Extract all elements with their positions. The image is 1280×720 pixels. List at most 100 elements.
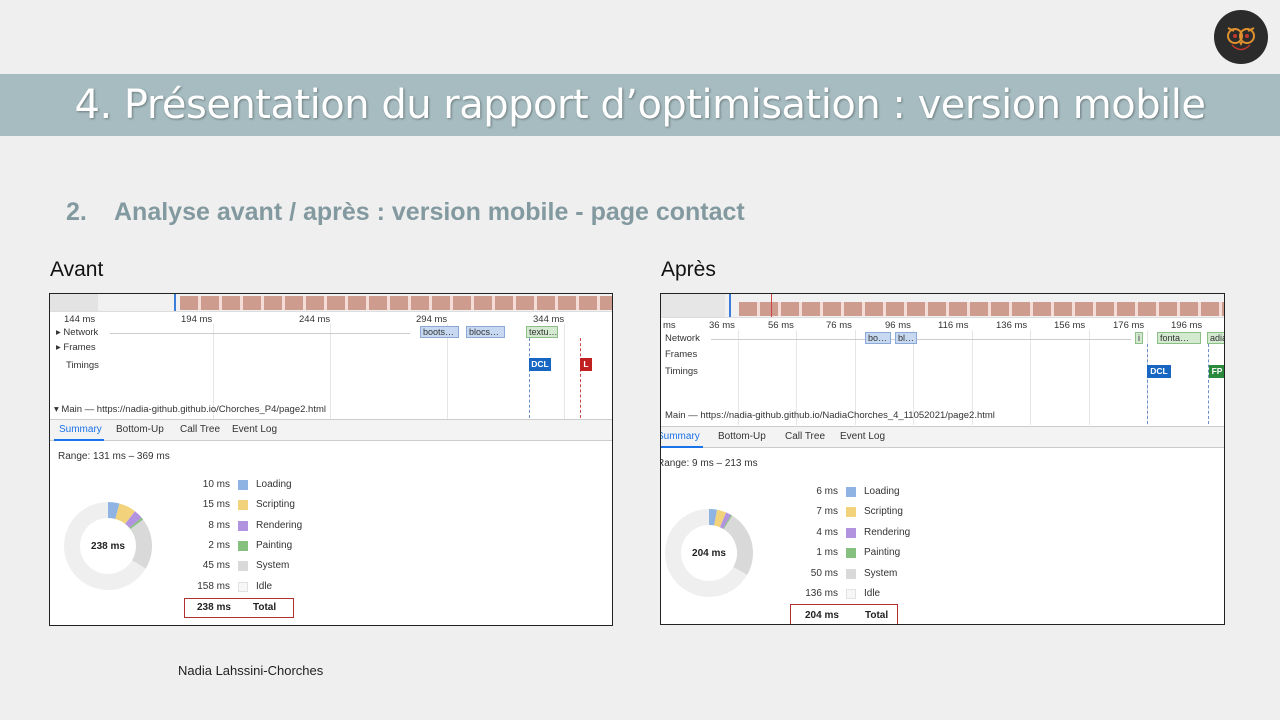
tab-event-log[interactable]: Event Log <box>840 431 885 442</box>
track-network[interactable]: ▸ Network <box>56 327 98 338</box>
ruler-tick: 294 ms <box>416 314 448 325</box>
network-request[interactable]: bo… <box>865 332 891 344</box>
legend-swatch <box>846 507 856 518</box>
network-request[interactable]: boots… <box>420 326 459 338</box>
legend-swatch <box>846 568 856 579</box>
tab-call-tree[interactable]: Call Tree <box>180 424 220 435</box>
subtitle-text: Analyse avant / après : version mobile -… <box>114 198 745 226</box>
ruler-tick: 144 ms <box>64 314 96 325</box>
legend-row-painting: 1 ms Painting <box>778 547 938 561</box>
legend-swatch <box>846 487 856 497</box>
timeline-overview <box>50 294 612 312</box>
legend-row-rendering: 8 ms Rendering <box>170 520 330 534</box>
title-banner: 4. Présentation du rapport d’optimisatio… <box>0 74 1280 136</box>
donut-slice-loading <box>708 509 718 526</box>
tab-summary[interactable]: Summary <box>661 431 700 442</box>
donut-slice-system <box>723 515 753 575</box>
legend-swatch <box>238 520 248 531</box>
dcl-marker[interactable]: DCL <box>529 358 551 371</box>
network-request[interactable]: adia <box>1207 332 1224 344</box>
after-label: Après <box>661 258 716 281</box>
ruler-tick: 176 ms <box>1113 320 1145 331</box>
legend-swatch <box>846 527 856 538</box>
ruler-tick: 56 ms <box>768 320 794 331</box>
legend-name: Painting <box>256 539 293 551</box>
total-row: 204 ms Total <box>790 604 898 624</box>
network-request[interactable]: blocs… <box>466 326 505 338</box>
ruler-tick: 116 ms <box>938 320 969 331</box>
ruler-tick: ms <box>663 320 676 331</box>
legend-value: 2 ms <box>208 539 230 551</box>
first-paint-marker[interactable]: FP <box>1209 365 1224 378</box>
ruler-tick: 244 ms <box>299 314 331 325</box>
legend-swatch <box>238 500 248 511</box>
main-thread-row[interactable]: Main — https://nadia-github.github.io/Na… <box>665 410 1224 421</box>
legend-swatch <box>238 480 248 490</box>
donut-total-label: 204 ms <box>692 548 726 559</box>
ruler-tick: 156 ms <box>1054 320 1086 331</box>
summary-range: Range: 9 ms – 213 ms <box>660 458 758 469</box>
total-label: Total <box>253 602 277 613</box>
legend-name: Painting <box>864 547 901 559</box>
donut-slice-rendering <box>125 511 142 529</box>
donut-slice-scripting <box>114 503 135 525</box>
timeline-overview <box>661 294 1224 318</box>
legend-value: 45 ms <box>202 560 230 572</box>
track-frames-label: Frames <box>63 342 96 353</box>
ruler-tick: 344 ms <box>533 314 565 325</box>
ruler-tick: 136 ms <box>996 320 1028 331</box>
legend-value: 1 ms <box>816 547 838 559</box>
network-request[interactable]: fonta… <box>1157 332 1201 344</box>
legend-name: Scripting <box>864 506 903 518</box>
legend-name: Rendering <box>864 526 911 538</box>
legend-name: Loading <box>256 479 292 490</box>
network-request[interactable]: i <box>1135 332 1143 344</box>
tab-call-tree[interactable]: Call Tree <box>785 431 825 442</box>
donut-slice-painting <box>129 517 144 530</box>
main-thread-url: Main — https://nadia-github.github.io/Na… <box>665 410 995 421</box>
before-performance-panel: 144 ms 194 ms 244 ms 294 ms 344 ms ▸ Net… <box>49 293 613 626</box>
legend-row-rendering: 4 ms Rendering <box>778 527 938 541</box>
track-frames[interactable]: ▸ Frames <box>56 342 96 353</box>
legend-row-idle: 158 ms Idle <box>170 581 330 595</box>
tab-summary[interactable]: Summary <box>59 424 102 435</box>
tab-bottom-up[interactable]: Bottom-Up <box>718 431 766 442</box>
track-timings[interactable]: Timings <box>66 360 99 371</box>
dcl-marker[interactable]: DCL <box>1147 365 1171 378</box>
legend-name: Idle <box>256 580 273 592</box>
total-value: 204 ms <box>805 610 839 621</box>
owl-logo-icon <box>1227 27 1255 51</box>
subtitle-number: 2. <box>66 198 87 226</box>
network-request[interactable]: textu… <box>526 326 558 338</box>
main-thread-row[interactable]: ▾ Main — https://nadia-github.github.io/… <box>54 404 612 415</box>
ruler-tick: 194 ms <box>181 314 213 325</box>
total-row: 238 ms Total <box>184 598 294 618</box>
ruler-tick: 96 ms <box>885 320 911 331</box>
legend-value: 158 ms <box>197 580 230 592</box>
network-request[interactable]: bl… <box>895 332 917 344</box>
legend-name: Rendering <box>256 519 303 531</box>
track-timings[interactable]: Timings <box>665 366 698 377</box>
legend-swatch <box>238 561 248 572</box>
load-marker[interactable]: L <box>580 358 592 371</box>
details-tabs: Summary Bottom-Up Call Tree Event Log <box>50 419 612 441</box>
legend-row-idle: 136 ms Idle <box>778 588 938 602</box>
donut-slice-scripting <box>713 509 727 528</box>
legend-value: 50 ms <box>810 567 838 579</box>
main-thread-url: Main — https://nadia-github.github.io/Ch… <box>61 404 326 415</box>
donut-slice-rendering <box>719 512 731 529</box>
legend-swatch <box>846 548 856 559</box>
track-network-label: Network <box>63 327 99 338</box>
track-network[interactable]: Network <box>665 333 700 344</box>
tab-bottom-up[interactable]: Bottom-Up <box>116 424 164 435</box>
legend-name: System <box>256 560 290 572</box>
section-subtitle: 2. Analyse avant / après : version mobile… <box>66 198 745 227</box>
owl-logo <box>1214 10 1268 64</box>
legend-name: System <box>864 567 898 579</box>
donut-total-label: 238 ms <box>91 541 125 552</box>
author-name: Nadia Lahssini-Chorches <box>178 663 324 678</box>
tab-event-log[interactable]: Event Log <box>232 424 277 435</box>
legend-value: 10 ms <box>202 479 230 490</box>
track-frames[interactable]: Frames <box>665 349 697 360</box>
total-label: Total <box>865 610 889 621</box>
